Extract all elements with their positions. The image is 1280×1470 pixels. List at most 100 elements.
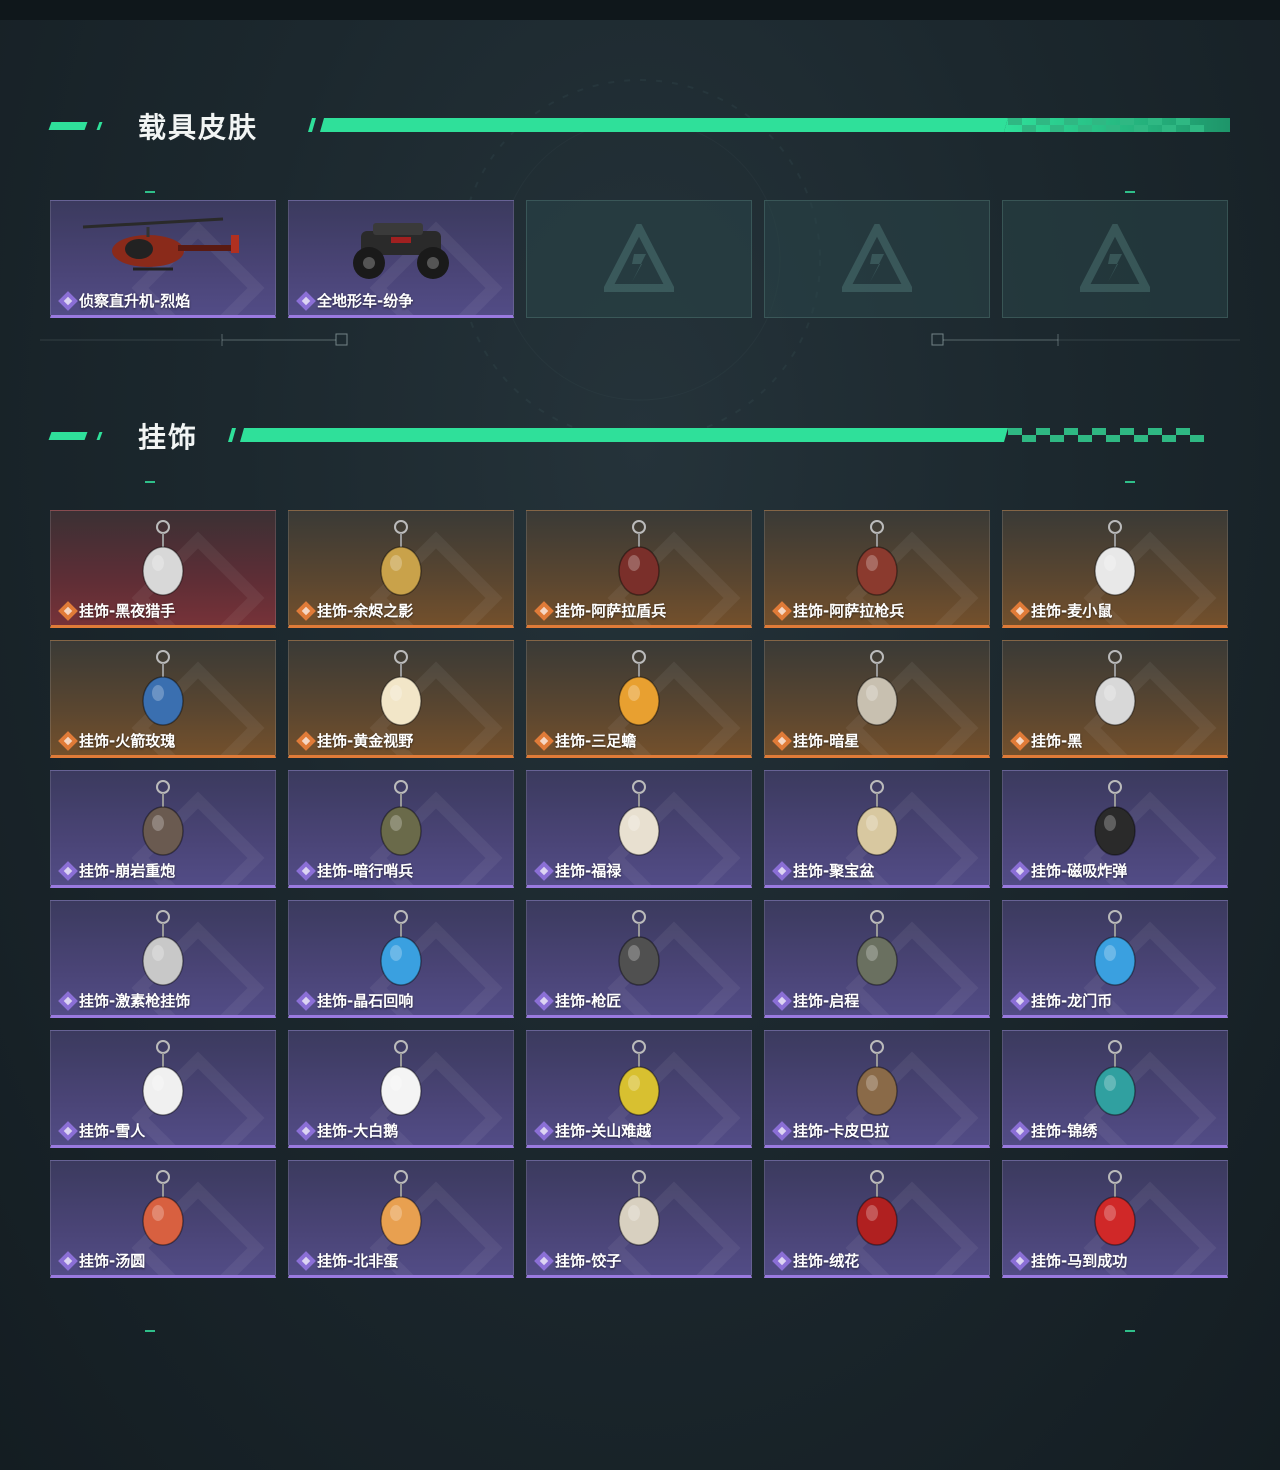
charm-card[interactable]: 挂饰-龙门币	[1002, 900, 1228, 1018]
charm-icon	[856, 650, 898, 726]
charm-card[interactable]: 挂饰-崩岩重炮	[50, 770, 276, 888]
charm-card[interactable]: 挂饰-火箭玫瑰	[50, 640, 276, 758]
item-name: 挂饰-枪匠	[555, 992, 622, 1010]
charm-icon	[142, 650, 184, 726]
charm-card[interactable]: 挂饰-福禄	[526, 770, 752, 888]
rarity-diamond-icon	[772, 1120, 792, 1141]
vehicle-card[interactable]: 侦察直升机-烈焰	[50, 200, 276, 318]
charm-icon	[856, 1170, 898, 1246]
charm-icon	[1094, 780, 1136, 856]
charm-card[interactable]: 挂饰-汤圆	[50, 1160, 276, 1278]
rarity-diamond-icon	[534, 730, 554, 751]
charm-icon	[1094, 1170, 1136, 1246]
rarity-diamond-icon	[296, 1120, 316, 1141]
charm-card[interactable]: 挂饰-暗星	[764, 640, 990, 758]
item-label: 挂饰-大白鹅	[296, 1120, 398, 1141]
item-label: 挂饰-激素枪挂饰	[58, 990, 191, 1011]
header-accent-dash	[48, 122, 88, 130]
charm-card[interactable]: 挂饰-黑	[1002, 640, 1228, 758]
item-name: 挂饰-黄金视野	[317, 732, 414, 750]
item-label: 挂饰-马到成功	[1010, 1250, 1128, 1271]
rarity-diamond-icon	[296, 860, 316, 881]
charm-card[interactable]: 挂饰-雪人	[50, 1030, 276, 1148]
vehicle-card[interactable]: 全地形车-纷争	[288, 200, 514, 318]
item-label: 挂饰-雪人	[58, 1120, 146, 1141]
charm-card[interactable]: 挂饰-饺子	[526, 1160, 752, 1278]
item-label: 挂饰-福禄	[534, 860, 621, 881]
charm-card[interactable]: 挂饰-锦绣	[1002, 1030, 1228, 1148]
charm-icon	[856, 780, 898, 856]
charm-section-header: 挂饰	[48, 418, 1230, 458]
charm-card[interactable]: 挂饰-卡皮巴拉	[764, 1030, 990, 1148]
header-accent-dash	[48, 432, 88, 440]
empty-vehicle-slot[interactable]	[1002, 200, 1228, 318]
item-name: 挂饰-饺子	[555, 1252, 622, 1270]
charm-card[interactable]: 挂饰-三足蟾	[526, 640, 752, 758]
charm-icon	[1094, 910, 1136, 986]
section-title: 挂饰	[138, 421, 199, 454]
item-label: 挂饰-暗行哨兵	[296, 860, 414, 881]
placeholder-logo-icon	[1080, 224, 1150, 292]
charm-card[interactable]: 挂饰-阿萨拉枪兵	[764, 510, 990, 628]
charm-card[interactable]: 挂饰-磁吸炸弹	[1002, 770, 1228, 888]
charm-icon	[856, 520, 898, 596]
charm-card[interactable]: 挂饰-北非蛋	[288, 1160, 514, 1278]
charm-card[interactable]: 挂饰-阿萨拉盾兵	[526, 510, 752, 628]
charm-icon	[856, 1040, 898, 1116]
charm-card[interactable]: 挂饰-马到成功	[1002, 1160, 1228, 1278]
charm-card[interactable]: 挂饰-黑夜猎手	[50, 510, 276, 628]
empty-vehicle-slot[interactable]	[526, 200, 752, 318]
placeholder-logo-icon	[604, 224, 674, 292]
item-label: 挂饰-饺子	[534, 1250, 622, 1271]
rarity-diamond-icon	[58, 860, 78, 881]
charm-card[interactable]: 挂饰-暗行哨兵	[288, 770, 514, 888]
item-name: 挂饰-三足蟾	[555, 732, 637, 750]
item-label: 挂饰-龙门币	[1010, 990, 1112, 1011]
item-name: 挂饰-绒花	[793, 1252, 860, 1270]
item-name: 侦察直升机-烈焰	[79, 292, 191, 310]
item-label: 挂饰-阿萨拉枪兵	[772, 600, 904, 621]
charm-card[interactable]: 挂饰-枪匠	[526, 900, 752, 1018]
rarity-diamond-icon	[296, 600, 316, 621]
corner-tick	[1125, 191, 1135, 193]
charm-card[interactable]: 挂饰-启程	[764, 900, 990, 1018]
item-label: 挂饰-麦小鼠	[1010, 600, 1112, 621]
charm-card[interactable]: 挂饰-激素枪挂饰	[50, 900, 276, 1018]
header-accent-tick	[96, 432, 103, 440]
charm-card[interactable]: 挂饰-黄金视野	[288, 640, 514, 758]
item-label: 挂饰-黑夜猎手	[58, 600, 175, 621]
item-name: 挂饰-马到成功	[1031, 1252, 1128, 1270]
charm-card[interactable]: 挂饰-绒花	[764, 1160, 990, 1278]
charm-icon	[380, 1040, 422, 1116]
charm-card[interactable]: 挂饰-晶石回响	[288, 900, 514, 1018]
header-accent-tick	[96, 122, 103, 130]
charm-card[interactable]: 挂饰-大白鹅	[288, 1030, 514, 1148]
charm-icon	[618, 910, 660, 986]
charm-card[interactable]: 挂饰-关山难越	[526, 1030, 752, 1148]
charm-icon	[380, 650, 422, 726]
item-name: 挂饰-北非蛋	[317, 1252, 399, 1270]
item-name: 挂饰-雪人	[79, 1122, 146, 1140]
item-name: 挂饰-汤圆	[79, 1252, 146, 1270]
item-label: 挂饰-余烬之影	[296, 600, 413, 621]
item-label: 挂饰-暗星	[772, 730, 859, 751]
charm-card[interactable]: 挂饰-余烬之影	[288, 510, 514, 628]
empty-vehicle-slot[interactable]	[764, 200, 990, 318]
rarity-diamond-icon	[1010, 990, 1030, 1011]
charm-icon	[142, 1040, 184, 1116]
item-label: 侦察直升机-烈焰	[58, 290, 191, 311]
charm-icon	[380, 780, 422, 856]
charm-card[interactable]: 挂饰-聚宝盆	[764, 770, 990, 888]
corner-tick	[145, 481, 155, 483]
item-name: 挂饰-激素枪挂饰	[79, 992, 191, 1010]
rarity-diamond-icon	[772, 1250, 792, 1271]
charm-icon	[618, 520, 660, 596]
rarity-diamond-icon	[534, 600, 554, 621]
charm-card[interactable]: 挂饰-麦小鼠	[1002, 510, 1228, 628]
item-name: 挂饰-暗行哨兵	[317, 862, 414, 880]
charm-icon	[380, 520, 422, 596]
item-name: 挂饰-启程	[793, 992, 860, 1010]
item-label: 挂饰-绒花	[772, 1250, 860, 1271]
charm-icon	[1094, 650, 1136, 726]
item-name: 挂饰-晶石回响	[317, 992, 414, 1010]
